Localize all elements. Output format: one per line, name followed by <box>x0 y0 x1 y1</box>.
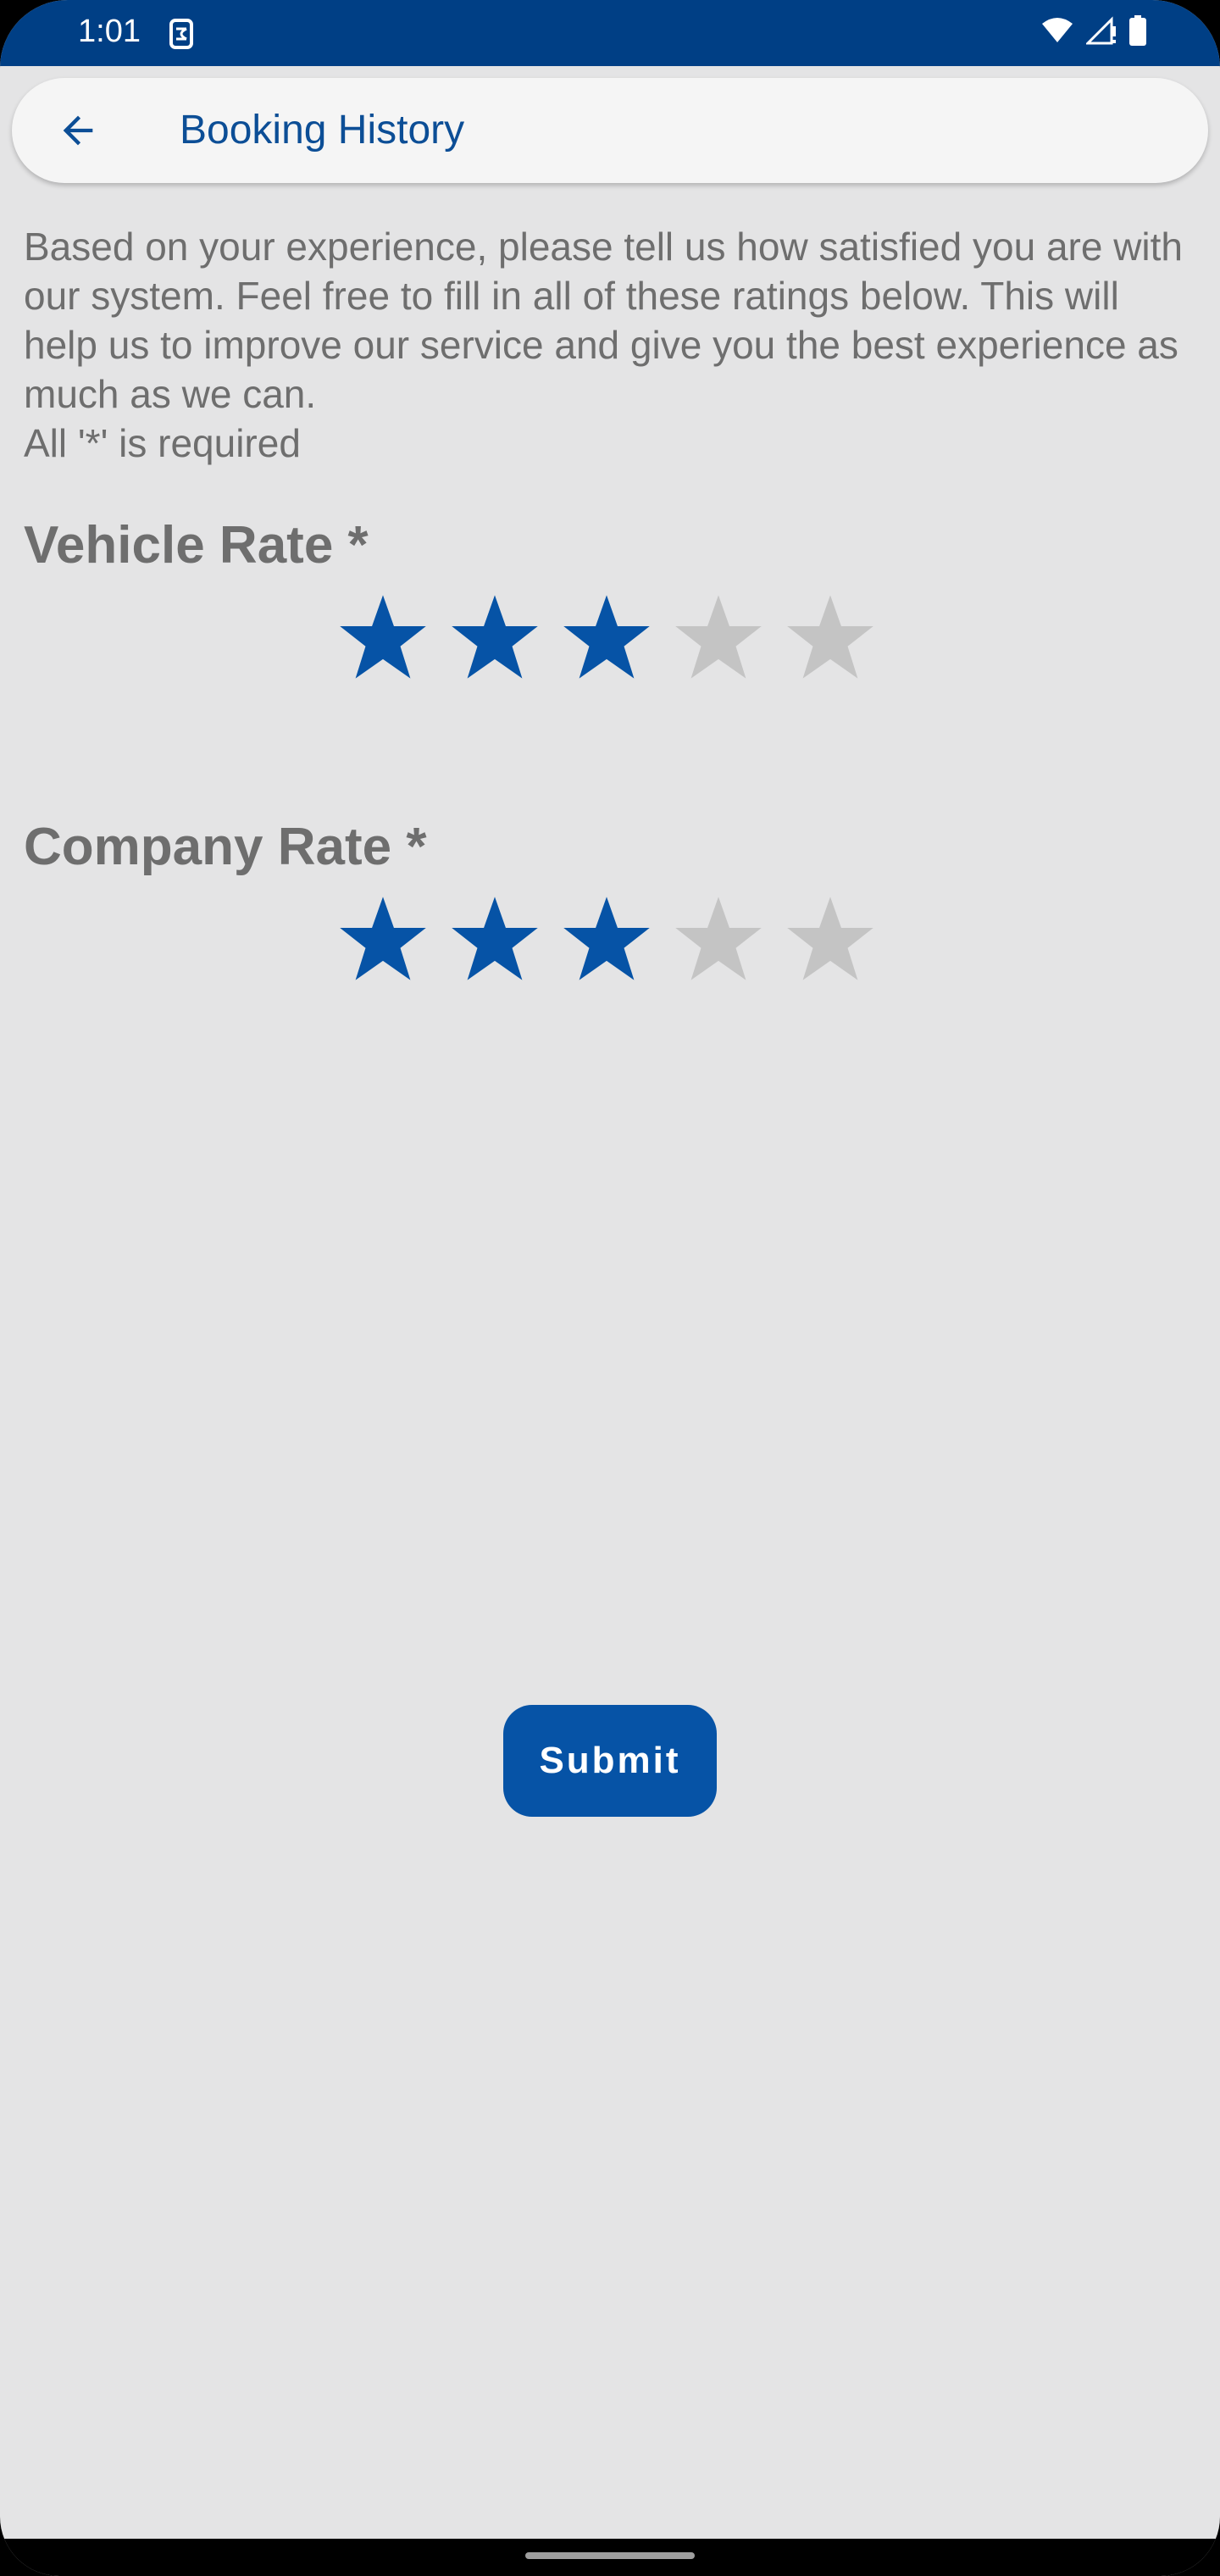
vehicle-rating-stars <box>337 591 876 683</box>
star-filled-icon[interactable] <box>561 893 652 985</box>
status-bar: 1:01 <box>0 0 1220 66</box>
company-rate-label: Company Rate * <box>24 818 427 876</box>
intro-text: Based on your experience, please tell us… <box>24 225 1184 465</box>
navigation-bar <box>0 2539 1220 2576</box>
status-icons <box>1040 15 1147 50</box>
company-rating-stars <box>337 893 876 985</box>
star-empty-icon[interactable] <box>673 591 764 683</box>
battery-icon <box>1128 15 1147 50</box>
sim-toolkit-icon <box>168 17 195 51</box>
signal-icon <box>1084 16 1117 49</box>
star-filled-icon[interactable] <box>449 591 541 683</box>
vehicle-rate-label: Vehicle Rate * <box>24 516 369 575</box>
star-empty-icon[interactable] <box>785 893 876 985</box>
star-empty-icon[interactable] <box>785 591 876 683</box>
star-filled-icon[interactable] <box>337 893 429 985</box>
status-time: 1:01 <box>78 14 141 49</box>
star-filled-icon[interactable] <box>561 591 652 683</box>
star-empty-icon[interactable] <box>673 893 764 985</box>
back-button[interactable] <box>51 103 105 158</box>
rating-screen: 1:01 Booking History Based on your exper… <box>0 0 1220 2576</box>
submit-button[interactable]: Submit <box>503 1705 717 1817</box>
home-gesture-handle[interactable] <box>525 2552 695 2559</box>
app-bar: Booking History <box>12 78 1208 183</box>
wifi-icon <box>1040 17 1074 48</box>
arrow-back-icon <box>63 115 93 146</box>
star-filled-icon[interactable] <box>449 893 541 985</box>
star-filled-icon[interactable] <box>337 591 429 683</box>
page-title: Booking History <box>180 108 465 153</box>
